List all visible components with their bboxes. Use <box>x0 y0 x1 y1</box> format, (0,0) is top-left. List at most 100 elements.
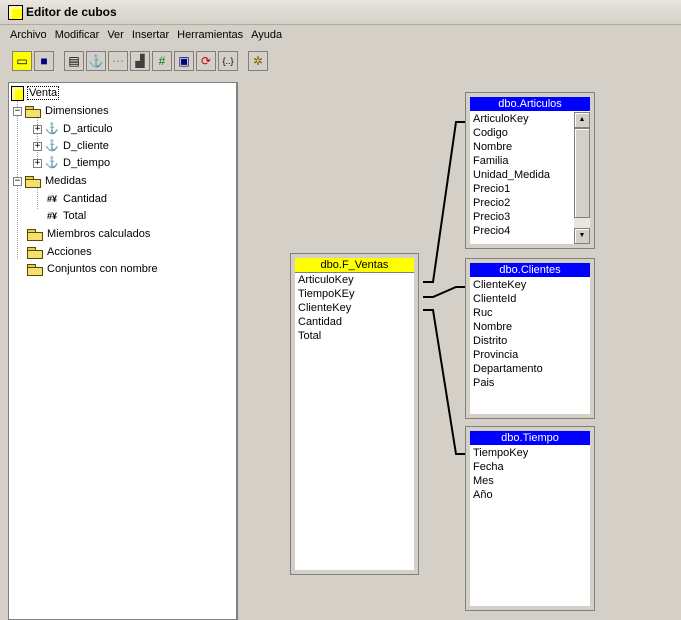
measure-icon: #¥ <box>46 193 57 204</box>
field-row[interactable]: TiempoKey <box>473 446 590 460</box>
field-row[interactable]: Provincia <box>473 348 590 362</box>
field-row[interactable]: ArticuloKey <box>473 112 574 126</box>
field-row[interactable]: Ruc <box>473 306 590 320</box>
vertical-scrollbar[interactable]: ▲ ▼ <box>574 112 590 244</box>
collapse-icon[interactable]: − <box>13 176 22 186</box>
field-row[interactable]: Nombre <box>473 320 590 334</box>
field-row[interactable]: Precio3 <box>473 210 574 224</box>
field-row[interactable]: ClienteKey <box>298 301 414 315</box>
field-row[interactable]: ArticuloKey <box>298 273 414 287</box>
new-cube-button[interactable]: ▭ <box>12 51 32 71</box>
join-line-articulos <box>423 121 466 283</box>
field-row[interactable]: TiempoKEy <box>298 287 414 301</box>
tree-item-label: Medidas <box>45 175 87 187</box>
dimension-icon: ⚓ <box>45 156 59 169</box>
tree-item-label: D_cliente <box>63 140 109 152</box>
field-row[interactable]: Pais <box>473 376 590 390</box>
expand-icon[interactable]: + <box>33 124 42 134</box>
tree-item-label: D_tiempo <box>63 157 111 169</box>
tree-item-acciones[interactable]: Acciones <box>27 244 92 260</box>
cube-icon <box>11 85 24 101</box>
expand-icon[interactable]: + <box>33 158 42 168</box>
tree-item-label: D_articulo <box>63 123 113 135</box>
field-list: ClienteKey ClienteId Ruc Nombre Distrito… <box>470 278 590 414</box>
collapse-icon[interactable]: − <box>13 106 22 116</box>
field-row[interactable]: Codigo <box>473 126 574 140</box>
articulos-table[interactable]: dbo.Articulos ArticuloKey Codigo Nombre … <box>465 92 595 249</box>
scroll-up-button[interactable]: ▲ <box>574 112 590 128</box>
tree-item-dimensiones[interactable]: − Dimensiones <box>13 103 109 119</box>
field-row[interactable]: Departamento <box>473 362 590 376</box>
field-row[interactable]: Cantidad <box>298 315 414 329</box>
grid-icon: ⋯ <box>112 54 124 68</box>
folder-icon <box>27 246 43 259</box>
join-line-clientes <box>423 286 466 298</box>
save-button[interactable]: ■ <box>34 51 54 71</box>
field-row[interactable]: Nombre <box>473 140 574 154</box>
tree-item-label: Cantidad <box>63 193 108 205</box>
tree-item-venta[interactable]: Venta <box>11 85 60 101</box>
window-title: Editor de cubos <box>26 5 117 19</box>
tree-item-cantidad[interactable]: #¥ Cantidad <box>45 191 107 207</box>
tree-item-d-cliente[interactable]: + ⚓ D_cliente <box>33 138 109 154</box>
field-row[interactable]: Distrito <box>473 334 590 348</box>
tree-item-d-articulo[interactable]: + ⚓ D_articulo <box>33 121 113 137</box>
tiempo-table[interactable]: dbo.Tiempo TiempoKey Fecha Mes Año <box>465 426 595 611</box>
menu-ayuda[interactable]: Ayuda <box>247 29 286 41</box>
join-line-tiempo <box>423 309 466 455</box>
process-button[interactable]: ⟳ <box>196 51 216 71</box>
wizard-button[interactable]: ✲ <box>248 51 268 71</box>
menu-herramientas[interactable]: Herramientas <box>173 29 247 41</box>
fact-table[interactable]: dbo.F_Ventas ArticuloKey TiempoKEy Clien… <box>290 253 419 575</box>
properties-button[interactable]: ▤ <box>64 51 84 71</box>
tree-item-miembros-calculados[interactable]: Miembros calculados <box>27 226 150 242</box>
menu-bar: Archivo Modificar Ver Insertar Herramien… <box>0 25 681 45</box>
title-bar: Editor de cubos <box>0 0 681 25</box>
field-row[interactable]: Familia <box>473 154 574 168</box>
table-title: dbo.Clientes <box>470 263 590 277</box>
properties-icon: ▤ <box>68 54 80 68</box>
expand-icon[interactable]: + <box>33 141 42 151</box>
calculated-member-button[interactable]: ▟ <box>130 51 150 71</box>
cube-tree[interactable]: Venta − Dimensiones + ⚓ D_articulo + ⚓ D… <box>8 82 238 620</box>
tree-item-medidas[interactable]: − Medidas <box>13 173 87 189</box>
toolbar: ▭ ■ ▤ ⚓ ⋯ ▟ # ▣ ⟳ {..} ✲ <box>0 47 681 75</box>
grid-button[interactable]: ⋯ <box>108 51 128 71</box>
script-button[interactable]: {..} <box>218 51 238 71</box>
data-view-button[interactable]: ▣ <box>174 51 194 71</box>
field-list: TiempoKey Fecha Mes Año <box>470 446 590 606</box>
menu-insertar[interactable]: Insertar <box>128 29 173 41</box>
menu-modificar[interactable]: Modificar <box>51 29 104 41</box>
field-row[interactable]: ClienteKey <box>473 278 590 292</box>
dimension-icon: ⚓ <box>88 54 104 68</box>
script-icon: {..} <box>222 55 234 66</box>
cube-editor-icon <box>8 4 23 20</box>
wizard-icon: ✲ <box>252 54 264 68</box>
folder-icon <box>27 228 43 241</box>
table-title: dbo.Tiempo <box>470 431 590 445</box>
field-row[interactable]: Unidad_Medida <box>473 168 574 182</box>
clientes-table[interactable]: dbo.Clientes ClienteKey ClienteId Ruc No… <box>465 258 595 419</box>
menu-archivo[interactable]: Archivo <box>6 29 51 41</box>
field-row[interactable]: Mes <box>473 474 590 488</box>
field-row[interactable]: Fecha <box>473 460 590 474</box>
dimension-icon: ⚓ <box>45 139 59 152</box>
measure-icon: # <box>158 54 166 68</box>
tree-item-conjuntos-con-nombre[interactable]: Conjuntos con nombre <box>27 261 158 277</box>
menu-ver[interactable]: Ver <box>103 29 128 41</box>
field-row[interactable]: Precio2 <box>473 196 574 210</box>
field-row[interactable]: Año <box>473 488 590 502</box>
field-row[interactable]: Precio1 <box>473 182 574 196</box>
tree-item-label: Total <box>63 210 87 222</box>
scroll-down-button[interactable]: ▼ <box>574 228 590 244</box>
scroll-thumb[interactable] <box>574 128 590 218</box>
tree-item-total[interactable]: #¥ Total <box>45 208 86 224</box>
field-row[interactable]: Total <box>298 329 414 343</box>
field-row[interactable]: Precio4 <box>473 224 574 238</box>
field-row[interactable]: ClienteId <box>473 292 590 306</box>
dimension-button[interactable]: ⚓ <box>86 51 106 71</box>
measure-button[interactable]: # <box>152 51 172 71</box>
tree-item-d-tiempo[interactable]: + ⚓ D_tiempo <box>33 155 110 171</box>
schema-canvas[interactable]: dbo.F_Ventas ArticuloKey TiempoKEy Clien… <box>246 82 681 620</box>
tree-item-label: Dimensiones <box>45 105 109 117</box>
